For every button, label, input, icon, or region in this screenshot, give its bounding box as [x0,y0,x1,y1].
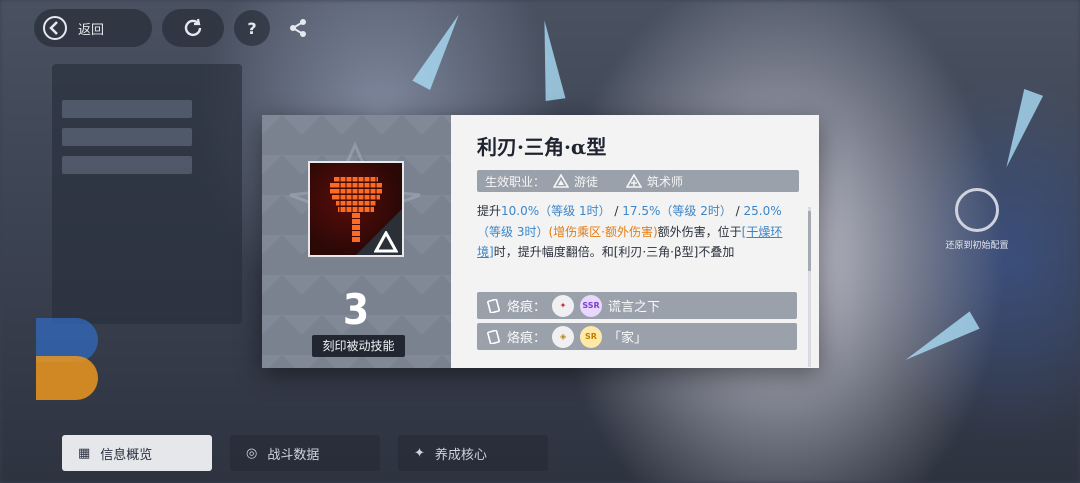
class-bar: 生效职业： 游徒 筑术师 [477,170,799,192]
background-stat-row [62,156,192,174]
tab-battle-data[interactable]: ◎ 战斗数据 [230,435,380,471]
bottom-tab-bar: ▦ 信息概览 ◎ 战斗数据 ✦ 养成核心 [62,435,548,471]
class-label: 生效职业： [485,174,546,189]
trace-label: 烙痕： [507,300,547,315]
overview-icon: ▦ [78,445,91,461]
trace-name: 「家」 [608,331,648,346]
desc-separator: / [731,204,744,218]
skill-title: 利刃·三角·α型 [477,135,607,159]
desc-damage-tag: (增伤乘区·额外伤害) [548,224,658,239]
reset-icon [955,188,999,232]
tab-overview-label: 信息概览 [100,447,153,463]
skill-icon-panel: 3 刻印被动技能 [262,115,451,368]
triangle-icon [374,231,398,253]
back-icon [43,16,67,40]
desc-text: 时，提升幅度翻倍。和[利刃·三角·β型]不叠加 [493,245,735,259]
skill-icon-frame [308,161,404,257]
desc-value-level1: 10.0%（等级 1时） [501,204,611,218]
rarity-badge: SR [580,325,603,348]
background-stat-row [62,128,192,146]
trace-emblem-icon: ◈ [552,325,575,348]
trace-emblem-icon: ✦ [552,294,575,317]
builder-class-icon [626,174,643,188]
reset-config-button[interactable]: 还原到初始配置 [934,188,1020,252]
desc-separator: / [610,204,623,218]
class-item-wanderer: 游徒 [553,173,598,190]
tab-growth-core[interactable]: ✦ 养成核心 [398,435,548,471]
description-scrollbar[interactable] [808,207,811,367]
trace-name: 谎言之下 [608,300,661,315]
background-level-orb-orange [36,356,98,400]
share-button[interactable] [280,10,316,46]
rarity-badge: SSR [580,294,603,317]
class-item-builder: 筑术师 [626,173,683,190]
tab-growth-core-label: 养成核心 [434,447,487,463]
tab-battle-data-label: 战斗数据 [267,447,320,463]
trace-row-1[interactable]: 烙痕： ✦ SSR 谎言之下 [477,292,797,319]
share-icon [290,19,306,37]
skill-type-badge: 刻印被动技能 [312,335,405,357]
trace-label: 烙痕： [507,331,547,346]
refresh-button[interactable] [162,9,224,47]
imprint-icon [487,298,500,313]
skill-level: 3 [342,285,371,334]
refresh-icon [184,18,202,37]
help-button[interactable]: ? [234,10,270,46]
imprint-icon [487,329,500,344]
skill-info-panel: 利刃·三角·α型 生效职业： 游徒 筑术师 提升10.0%（等级 1时） / 1… [451,115,819,368]
battle-data-icon: ◎ [246,445,258,461]
back-button[interactable]: 返回 [34,9,152,47]
scrollbar-thumb[interactable] [808,211,811,271]
desc-value-level2: 17.5%（等级 2时） [622,204,732,218]
skill-detail-modal: 3 刻印被动技能 利刃·三角·α型 生效职业： 游徒 筑术师 提升10.0%（等… [262,115,819,368]
desc-text: 额外伤害，位于 [657,224,742,239]
desc-text: 提升 [477,204,502,218]
back-label: 返回 [78,22,105,38]
class-name: 游徒 [574,174,599,189]
axe-icon [310,163,402,255]
trace-row-2[interactable]: 烙痕： ◈ SR 「家」 [477,323,797,350]
skill-description: 提升10.0%（等级 1时） / 17.5%（等级 2时） / 25.0%（等级… [477,201,799,263]
top-bar: 返回 ? [0,8,316,48]
growth-core-icon: ✦ [414,445,425,461]
tab-overview[interactable]: ▦ 信息概览 [62,435,212,471]
class-name: 筑术师 [647,174,684,189]
reset-label: 还原到初始配置 [945,241,1009,251]
background-stat-row [62,100,192,118]
help-icon: ? [247,18,257,38]
wanderer-class-icon [553,174,570,188]
